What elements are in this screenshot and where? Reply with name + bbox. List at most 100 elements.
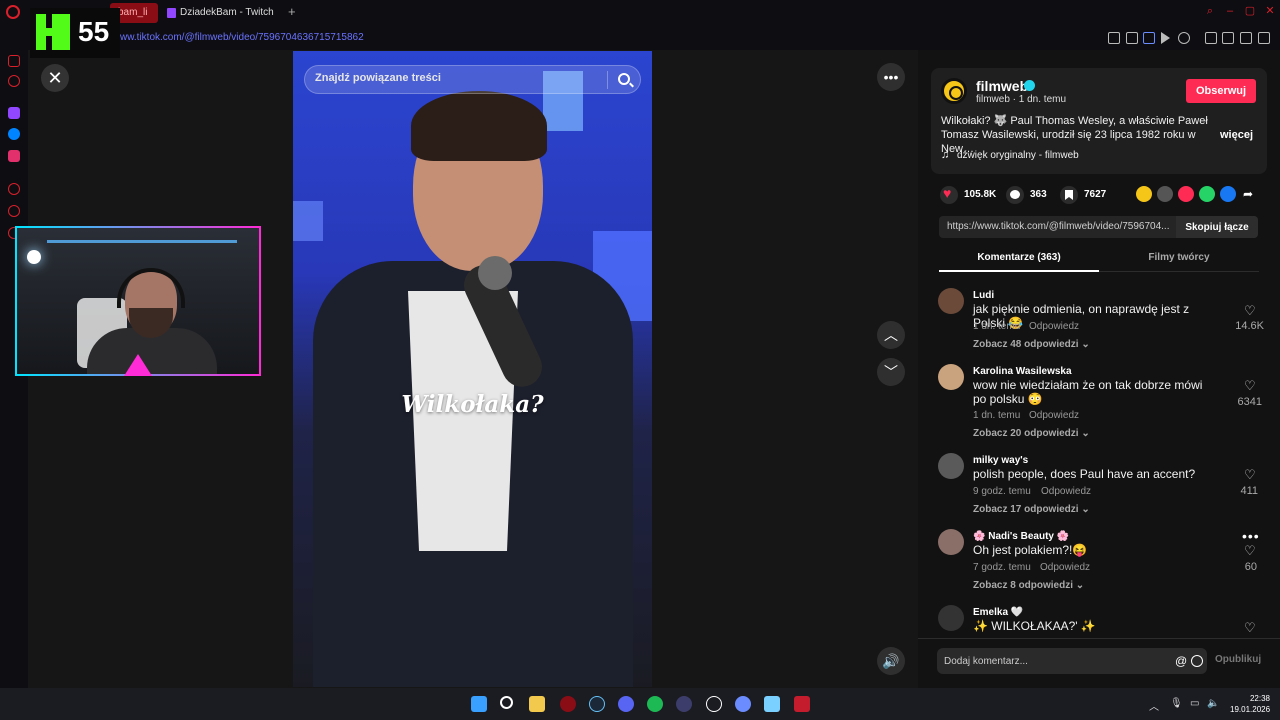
comment-avatar[interactable] <box>938 453 964 479</box>
search-icon[interactable] <box>618 73 630 85</box>
bookmark-icon[interactable] <box>1060 186 1078 204</box>
next-video-button[interactable]: ﹀ <box>877 358 905 386</box>
comment-avatar[interactable] <box>938 288 964 314</box>
maximize-icon[interactable]: ▢ <box>1244 5 1256 17</box>
speaker-icon[interactable]: 🔈 <box>1207 698 1219 709</box>
follow-button[interactable]: Obserwuj <box>1186 79 1256 103</box>
steam-icon[interactable] <box>589 696 605 712</box>
comment-username[interactable]: Karolina Wasilewska <box>973 366 1072 377</box>
send-icon[interactable] <box>1178 186 1194 202</box>
comment-username[interactable]: Emelka 🤍 <box>973 607 1023 618</box>
opera-logo-icon[interactable] <box>6 5 20 19</box>
instagram-icon[interactable] <box>8 150 20 162</box>
menu-icon[interactable] <box>1258 32 1270 44</box>
tray-chevron-icon[interactable]: ︿ <box>1149 698 1159 713</box>
messenger-icon[interactable] <box>8 128 20 140</box>
app-icon[interactable] <box>735 696 751 712</box>
tab-comments[interactable]: Komentarze (363) <box>939 246 1099 272</box>
emoji-icon[interactable] <box>1191 655 1203 667</box>
facebook-icon[interactable] <box>1220 186 1236 202</box>
minimize-icon[interactable]: – <box>1224 5 1236 17</box>
comment-avatar[interactable] <box>938 605 964 631</box>
comment-more-icon[interactable]: ••• <box>1242 528 1260 544</box>
clock-time: 22:38 <box>1249 694 1270 703</box>
comment-username[interactable]: milky way's <box>973 455 1028 466</box>
comment-count: 363 <box>1030 189 1047 200</box>
app-icon[interactable] <box>794 696 810 712</box>
heart-outline-icon[interactable] <box>1178 32 1190 44</box>
view-replies-link[interactable]: Zobacz 20 odpowiedzi ⌄ <box>973 428 1090 439</box>
search-taskbar-icon[interactable] <box>500 696 513 709</box>
obs-icon[interactable] <box>706 696 722 712</box>
volume-button[interactable]: 🔊 <box>877 647 905 675</box>
like-count: 105.8K <box>964 189 997 200</box>
reply-link[interactable]: Odpowiedz <box>1040 562 1090 573</box>
related-search[interactable] <box>304 65 641 94</box>
start-icon[interactable] <box>471 696 487 712</box>
snapshot-icon[interactable] <box>1126 32 1138 44</box>
repost-icon[interactable] <box>1136 186 1152 202</box>
share-arrow-icon[interactable]: ➦ <box>1243 186 1259 202</box>
mention-icon[interactable]: @ <box>1175 654 1187 668</box>
bookmarks-icon[interactable] <box>8 205 20 217</box>
app-icon[interactable] <box>764 696 780 712</box>
close-video-button[interactable]: ✕ <box>41 64 69 92</box>
wallet-icon[interactable] <box>1222 32 1234 44</box>
speed-dial-icon[interactable] <box>8 55 20 67</box>
mic-icon[interactable]: 🎙 <box>1170 698 1183 709</box>
search-tabs-icon[interactable]: ⌕ <box>1204 5 1216 17</box>
reply-link[interactable]: Odpowiedz <box>1029 321 1079 332</box>
play-icon[interactable] <box>1161 32 1170 44</box>
comment-like-icon[interactable]: ♡ <box>1244 379 1256 392</box>
comment-username[interactable]: 🌸 Nadi's Beauty 🌸 <box>973 531 1069 542</box>
tab-creator-videos[interactable]: Filmy twórcy <box>1099 246 1259 272</box>
pin-icon[interactable] <box>1108 32 1120 44</box>
discord-icon[interactable] <box>618 696 634 712</box>
aria-icon[interactable] <box>8 75 20 87</box>
view-replies-link[interactable]: Zobacz 48 odpowiedzi ⌄ <box>973 339 1090 350</box>
share-link-url[interactable]: https://www.tiktok.com/@filmweb/video/75… <box>947 221 1169 232</box>
publish-button[interactable]: Opublikuj <box>1215 654 1261 665</box>
view-replies-link[interactable]: Zobacz 17 odpowiedzi ⌄ <box>973 504 1090 515</box>
file-explorer-icon[interactable] <box>529 696 545 712</box>
author-name[interactable]: filmweb <box>976 78 1028 94</box>
history-icon[interactable] <box>8 183 20 195</box>
opera-taskbar-icon[interactable] <box>560 696 576 712</box>
whatsapp-icon[interactable] <box>1199 186 1215 202</box>
comment-like-icon[interactable]: ♡ <box>1244 621 1256 634</box>
copy-link-button[interactable]: Skopiuj łącze <box>1176 216 1258 238</box>
comment-icon[interactable] <box>1006 186 1024 204</box>
extensions-icon[interactable] <box>1205 32 1217 44</box>
search-input[interactable] <box>315 72 595 84</box>
view-replies-link[interactable]: Zobacz 8 odpowiedzi ⌄ <box>973 580 1084 591</box>
comment-like-icon[interactable]: ♡ <box>1244 304 1256 317</box>
url-text[interactable]: ww.tiktok.com/@filmweb/video/75967046367… <box>120 32 364 43</box>
more-link[interactable]: więcej <box>1220 129 1253 141</box>
download-icon[interactable] <box>1240 32 1252 44</box>
new-tab-button[interactable]: + <box>288 4 296 19</box>
previous-video-button[interactable]: ︿ <box>877 321 905 349</box>
comment-avatar[interactable] <box>938 529 964 555</box>
twitch-sidebar-icon[interactable] <box>8 107 20 119</box>
comment-like-icon[interactable]: ♡ <box>1244 544 1256 557</box>
like-icon[interactable] <box>940 185 958 204</box>
video-player[interactable]: Wilkołaka? <box>293 51 652 687</box>
tab-twitch[interactable]: DziadekBam - Twitch <box>162 3 282 23</box>
reply-link[interactable]: Odpowiedz <box>1029 410 1079 421</box>
comment-username[interactable]: Ludi <box>973 290 994 301</box>
spotify-icon[interactable] <box>647 696 663 712</box>
close-window-icon[interactable]: ✕ <box>1264 5 1276 17</box>
embed-icon[interactable] <box>1157 186 1173 202</box>
comment-input[interactable] <box>937 648 1207 674</box>
vpn-icon[interactable] <box>1143 32 1155 44</box>
comment-avatar[interactable] <box>938 364 964 390</box>
sound-label[interactable]: dźwięk oryginalny - filmweb <box>957 150 1079 161</box>
more-options-button[interactable]: ••• <box>877 63 905 91</box>
author-avatar[interactable] <box>941 78 967 104</box>
display-icon[interactable]: ▭ <box>1190 698 1199 709</box>
clock-date: 19.01.2026 <box>1230 705 1271 714</box>
app-icon[interactable] <box>676 696 692 712</box>
comment-like-icon[interactable]: ♡ <box>1244 468 1256 481</box>
reply-link[interactable]: Odpowiedz <box>1041 486 1091 497</box>
taskbar-clock[interactable]: 22:38 19.01.2026 <box>1230 693 1270 715</box>
